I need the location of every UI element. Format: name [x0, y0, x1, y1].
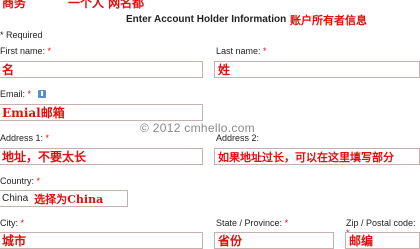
country-label: Country: * [0, 176, 40, 186]
last-name-value: 姓 [218, 63, 231, 77]
address1-input[interactable]: 地址，不要太长 [0, 148, 203, 165]
first-name-input[interactable]: 名 [0, 61, 203, 78]
state-input[interactable]: 省份 [214, 232, 334, 249]
required-marker: * [47, 46, 52, 56]
first-name-label: First name: * [0, 46, 51, 56]
first-name-value: 名 [2, 63, 15, 77]
address1-value: 地址，不要太长 [2, 150, 87, 164]
city-label-text: City: [0, 218, 18, 228]
required-marker: * [20, 218, 25, 228]
city-input[interactable]: 城市 [0, 232, 203, 249]
country-selected-value: China [2, 193, 29, 204]
state-label: State / Province: * [216, 218, 288, 228]
address2-label-text: Address 2: [216, 133, 260, 143]
address2-label: Address 2: [216, 133, 259, 143]
top-note-middle: 一个人 网名都 [68, 0, 145, 10]
top-note-left: 商务 [2, 0, 27, 10]
last-name-label-text: Last name: [216, 46, 261, 56]
email-value: Emial邮箱 [2, 106, 65, 120]
required-marker: * [27, 89, 32, 99]
country-note: 选择为China [34, 192, 104, 206]
country-select[interactable]: China 选择为China [0, 190, 128, 207]
last-name-label: Last name: * [216, 46, 267, 56]
info-icon[interactable] [37, 90, 46, 98]
required-marker: * [36, 176, 41, 186]
country-label-text: Country: [0, 176, 35, 186]
city-value: 城市 [2, 234, 27, 248]
address2-input[interactable]: 如果地址过长，可以在这里填写部分 [214, 148, 420, 165]
section-title: Enter Account Holder Information [126, 14, 287, 25]
required-marker: * [263, 46, 267, 56]
section-title-note: 账户所有者信息 [290, 14, 367, 27]
zip-value: 邮编 [349, 234, 374, 248]
last-name-input[interactable]: 姓 [214, 61, 420, 78]
required-marker: * [284, 218, 289, 228]
zip-label-text: Zip / Postal code: [346, 218, 416, 228]
address1-label: Address 1: * [0, 133, 49, 143]
email-input[interactable]: Emial邮箱 [0, 104, 203, 121]
state-value: 省份 [218, 234, 243, 248]
email-label: Email: * [0, 89, 46, 99]
state-label-text: State / Province: [216, 218, 283, 228]
required-note: * Required [0, 30, 43, 40]
first-name-label-text: First name: [0, 46, 46, 56]
required-marker: * [45, 133, 50, 143]
city-label: City: * [0, 218, 24, 228]
address2-value: 如果地址过长，可以在这里填写部分 [218, 150, 394, 164]
email-label-text: Email: [0, 89, 26, 99]
zip-input[interactable]: 邮编 [345, 232, 420, 249]
address1-label-text: Address 1: [0, 133, 44, 143]
